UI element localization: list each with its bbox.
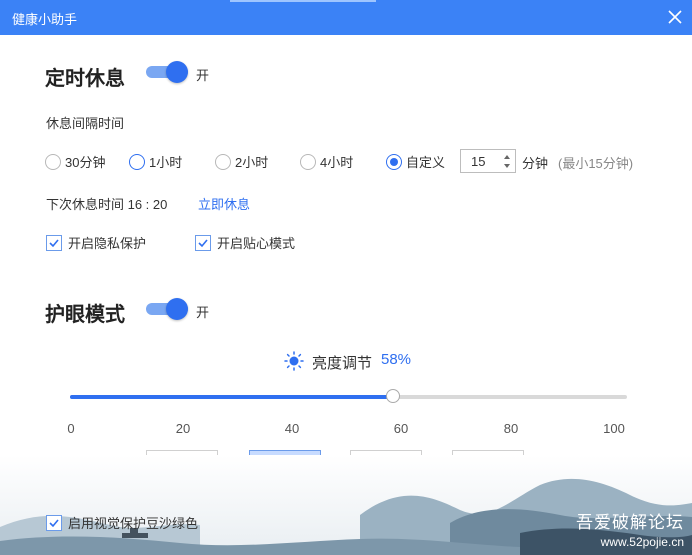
- rest-toggle-label: 开: [196, 68, 210, 83]
- custom-minutes-stepper[interactable]: 15: [460, 149, 516, 173]
- radio-2h[interactable]: 2小时: [215, 152, 268, 171]
- green-mode-label: 启用视觉保护豆沙绿色: [68, 516, 199, 531]
- custom-minutes-value: 15: [471, 154, 486, 169]
- rest-toggle-knob: [166, 61, 188, 83]
- check-icon: [198, 238, 208, 247]
- stepper-up-icon[interactable]: [503, 153, 511, 161]
- radio-4h-circle: [300, 153, 316, 170]
- brightness-label: 亮度调节: [312, 355, 373, 372]
- watermark-line1: 吾爱破解论坛: [576, 513, 684, 532]
- radio-30min[interactable]: 30分钟: [45, 152, 105, 171]
- window-title: 健康小助手: [12, 12, 78, 27]
- brightness-value: 58%: [381, 351, 412, 368]
- radio-30min-circle: [45, 153, 61, 170]
- tick-60: 60: [393, 421, 409, 436]
- title-accent-line: [230, 0, 376, 2]
- sun-icon: [284, 351, 304, 371]
- tick-40: 40: [284, 421, 300, 436]
- radio-4h[interactable]: 4小时: [300, 152, 353, 171]
- stepper-down-icon[interactable]: [503, 162, 511, 170]
- green-mode-checkbox[interactable]: 启用视觉保护豆沙绿色: [46, 513, 198, 532]
- interval-label: 休息间隔时间: [46, 116, 125, 131]
- tick-100: 100: [603, 421, 625, 436]
- eye-toggle-knob: [166, 298, 188, 320]
- radio-1h[interactable]: 1小时: [129, 152, 182, 171]
- eye-toggle[interactable]: [146, 298, 188, 320]
- tick-0: 0: [67, 421, 75, 436]
- tick-20: 20: [175, 421, 191, 436]
- brightness-slider-fill: [70, 395, 394, 399]
- tick-80: 80: [503, 421, 519, 436]
- radio-2h-label: 2小时: [235, 155, 269, 170]
- radio-custom[interactable]: 自定义: [386, 152, 445, 171]
- privacy-checkbox-box: [46, 234, 62, 251]
- eye-toggle-label: 开: [196, 305, 210, 320]
- radio-2h-circle: [215, 153, 231, 170]
- privacy-checkbox[interactable]: 开启隐私保护: [46, 233, 146, 252]
- minutes-unit: 分钟: [522, 156, 549, 171]
- brightness-slider[interactable]: [70, 389, 627, 403]
- privacy-label: 开启隐私保护: [68, 236, 147, 251]
- watermark: 吾爱破解论坛 www.52pojie.cn: [576, 508, 684, 549]
- check-icon: [49, 238, 59, 247]
- caring-label: 开启贴心模式: [217, 236, 296, 251]
- caring-checkbox[interactable]: 开启贴心模式: [195, 233, 295, 252]
- radio-30min-label: 30分钟: [65, 155, 106, 170]
- brightness-slider-thumb[interactable]: [386, 389, 401, 403]
- rest-now-link[interactable]: 立即休息: [198, 194, 250, 213]
- close-icon[interactable]: [666, 8, 684, 26]
- radio-custom-label: 自定义: [406, 155, 446, 170]
- title-bar: 健康小助手: [0, 0, 692, 35]
- radio-1h-label: 1小时: [149, 155, 183, 170]
- radio-4h-label: 4小时: [320, 155, 354, 170]
- next-rest-time: 下次休息时间 16 : 20: [46, 197, 168, 212]
- caring-checkbox-box: [195, 234, 211, 251]
- green-mode-checkbox-box: [46, 514, 62, 531]
- eye-heading: 护眼模式: [45, 302, 125, 326]
- min-hint: (最小15分钟): [558, 156, 634, 171]
- radio-custom-circle: [386, 153, 402, 170]
- radio-1h-circle: [129, 153, 145, 170]
- check-icon: [49, 518, 59, 527]
- watermark-line2: www.52pojie.cn: [600, 535, 684, 549]
- rest-heading: 定时休息: [45, 66, 125, 90]
- rest-toggle[interactable]: [146, 61, 188, 83]
